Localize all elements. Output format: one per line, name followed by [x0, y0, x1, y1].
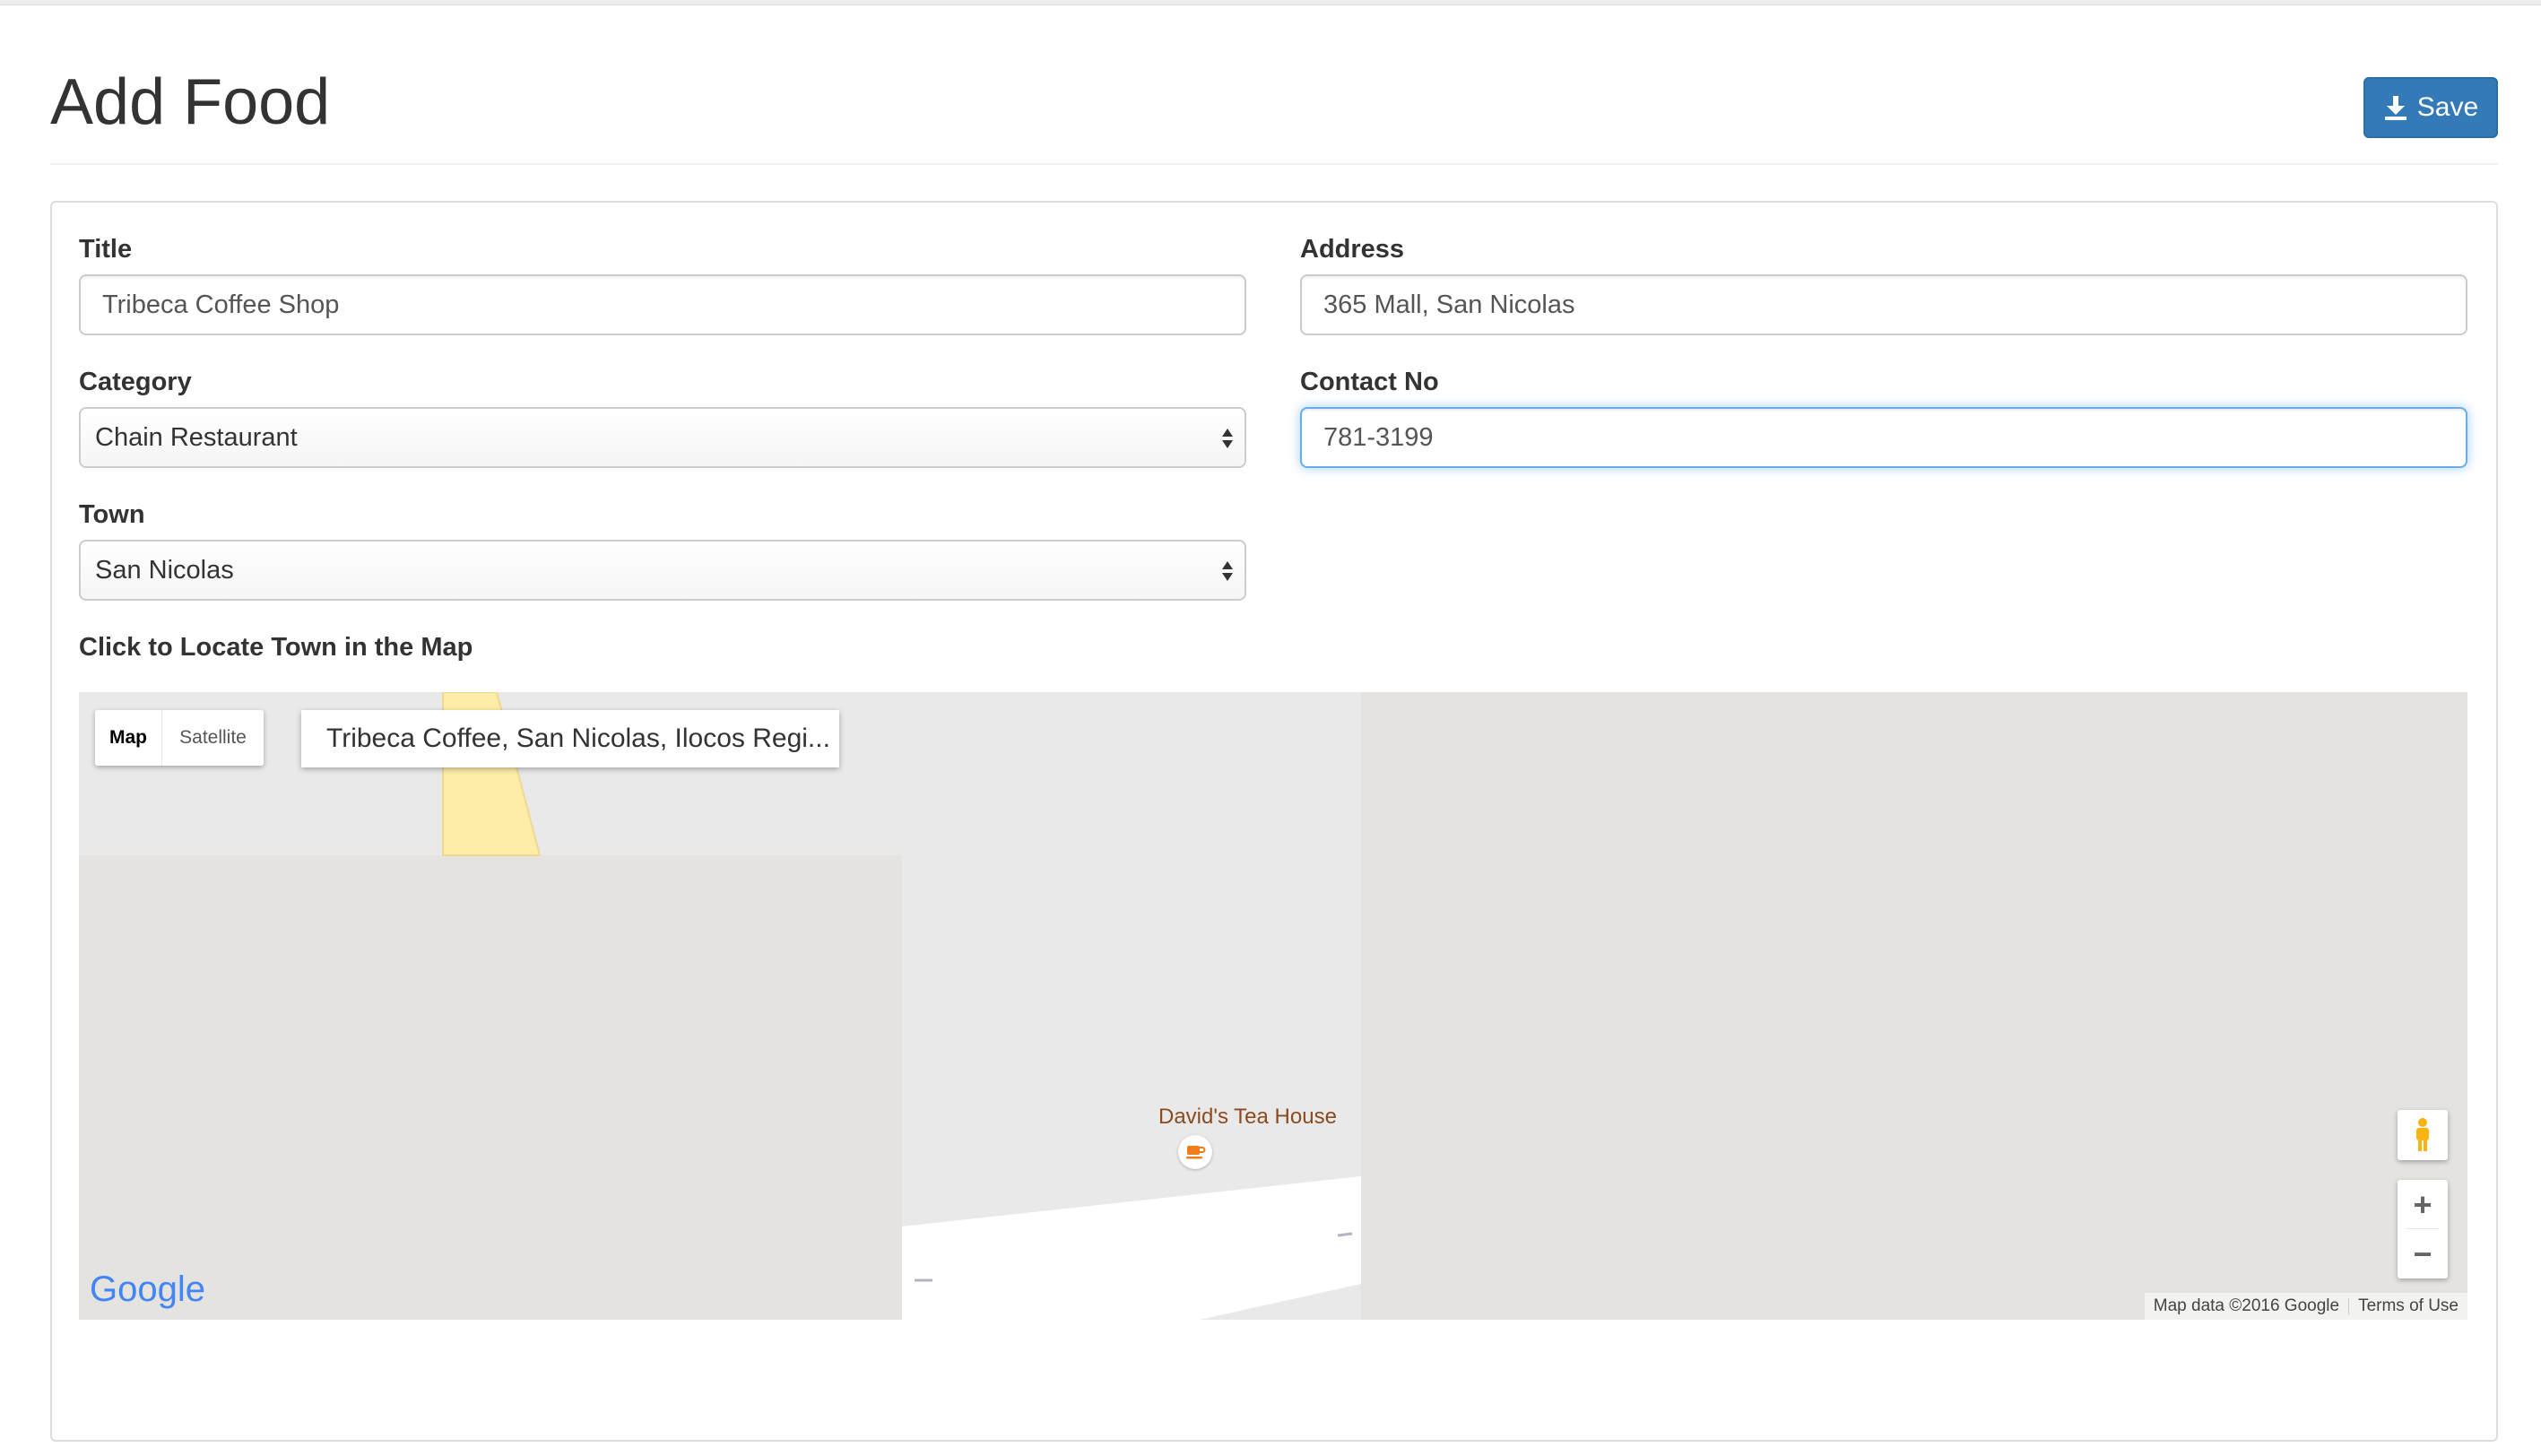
poi-name[interactable]: David's Tea House	[1158, 1105, 1337, 1130]
download-icon	[2384, 96, 2407, 120]
coffee-cup-icon[interactable]	[1178, 1135, 1212, 1169]
address-label: Address	[1300, 235, 1405, 264]
title-input[interactable]	[79, 274, 1246, 335]
town-label: Town	[79, 500, 145, 529]
page-title: Add Food	[50, 66, 331, 138]
map-type-satellite-button[interactable]: Satellite	[161, 710, 264, 766]
map-tile-block	[1361, 692, 2467, 1320]
pegman-icon	[2416, 1118, 2429, 1151]
updown-arrows-icon	[1222, 561, 1233, 581]
map-attribution: Map data ©2016 Google Terms of Use	[2144, 1293, 2467, 1320]
top-rule	[0, 0, 2541, 5]
google-logo: Google	[90, 1270, 205, 1309]
updown-arrows-icon	[1222, 429, 1233, 448]
category-select[interactable]: Chain Restaurant	[79, 407, 1246, 468]
save-button[interactable]: Save	[2363, 77, 2498, 138]
town-select-value: San Nicolas	[95, 555, 234, 585]
save-button-label: Save	[2416, 92, 2479, 122]
zoom-in-button[interactable]: +	[2398, 1180, 2448, 1229]
map-type-control: Map Satellite	[95, 710, 264, 766]
map-type-map-button[interactable]: Map	[95, 710, 161, 766]
contact-input[interactable]	[1300, 407, 2467, 468]
terms-link[interactable]: Terms of Use	[2349, 1296, 2467, 1316]
contact-label: Contact No	[1300, 368, 1439, 396]
zoom-control: + −	[2398, 1180, 2448, 1278]
street-view-control[interactable]	[2398, 1110, 2448, 1160]
map-data-text: Map data ©2016 Google	[2153, 1296, 2340, 1315]
food-form-panel: Title Address Category Chain Restaurant …	[50, 201, 2498, 1442]
category-label: Category	[79, 368, 192, 396]
zoom-out-button[interactable]: −	[2398, 1229, 2448, 1278]
address-input[interactable]	[1300, 274, 2467, 335]
map-instruction-label: Click to Locate Town in the Map	[79, 633, 473, 662]
category-select-value: Chain Restaurant	[95, 422, 298, 452]
map-roads	[442, 692, 1361, 1320]
title-label: Title	[79, 235, 133, 264]
map-canvas[interactable]: Map Satellite Tribeca Coffee, San Nicola…	[79, 692, 2467, 1320]
town-select[interactable]: San Nicolas	[79, 540, 1246, 601]
map-place-label[interactable]: Tribeca Coffee, San Nicolas, Ilocos Regi…	[301, 710, 839, 767]
page-header: Add Food Save	[50, 54, 2498, 165]
